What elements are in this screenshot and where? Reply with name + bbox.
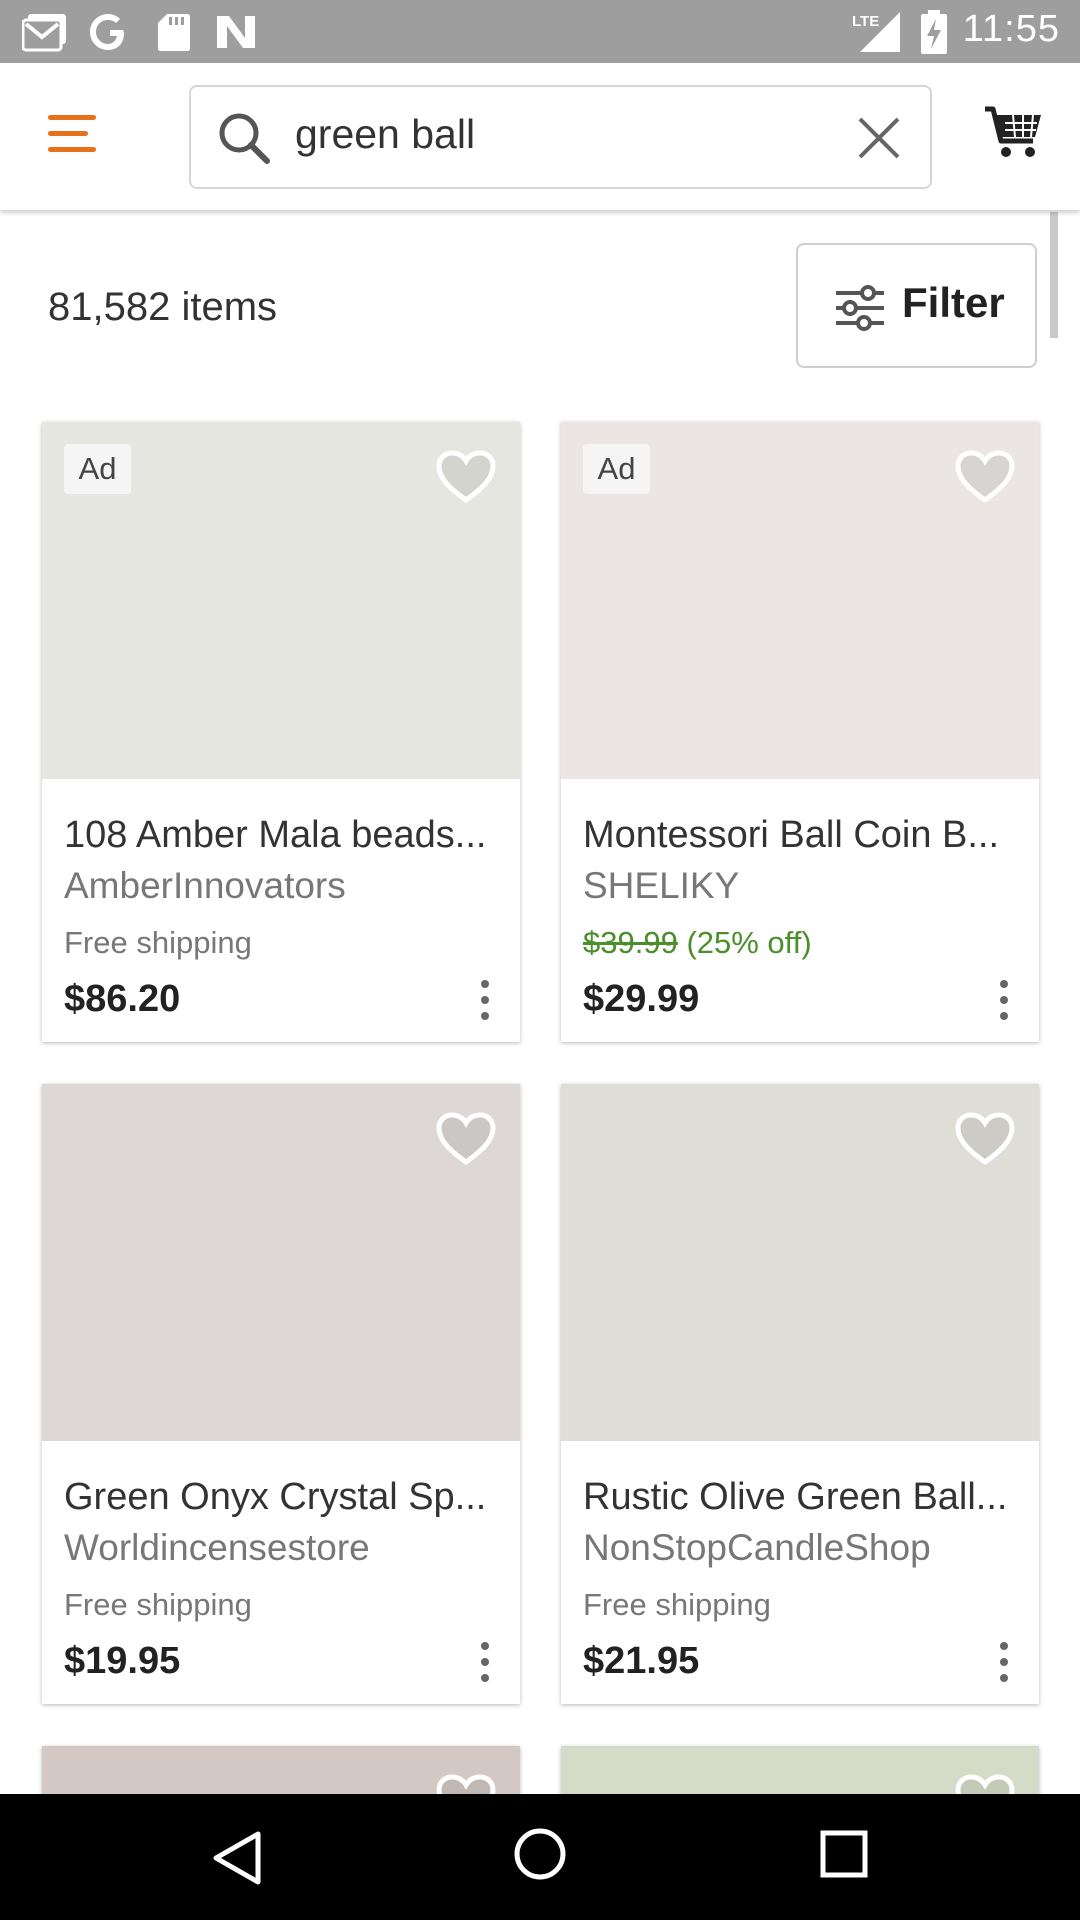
heart-icon[interactable] — [955, 450, 1015, 504]
search-query: green ball — [295, 111, 476, 157]
gmail-icon — [22, 14, 66, 52]
battery-charging-icon — [921, 10, 947, 54]
hamburger-menu-icon[interactable] — [40, 109, 100, 159]
free-shipping-label: Free shipping — [64, 925, 252, 960]
listing-card[interactable]: Rustic Olive Green Ball... NonStopCandle… — [561, 1084, 1039, 1704]
listing-title: Montessori Ball Coin B... — [583, 814, 1000, 856]
search-icon — [219, 113, 270, 164]
more-options-icon[interactable] — [989, 976, 1019, 1026]
listing-price: $19.95 — [64, 1640, 181, 1682]
lte-signal-icon: LTE — [852, 12, 900, 52]
home-icon[interactable] — [513, 1827, 567, 1881]
results-count: 81,582 items — [48, 285, 278, 329]
listing-card[interactable]: Green Onyx Crystal Sp... Worldincensesto… — [42, 1084, 520, 1704]
listing-shop: AmberInnovators — [64, 865, 346, 906]
free-shipping-label: Free shipping — [64, 1587, 252, 1622]
system-nav-bar — [0, 1794, 1080, 1920]
listing-shop: SHELIKY — [583, 865, 740, 906]
heart-icon[interactable] — [436, 450, 496, 504]
more-options-icon[interactable] — [470, 1638, 500, 1688]
discount-label: $39.99 (25% off) — [583, 925, 812, 961]
search-input[interactable]: green ball — [189, 85, 932, 189]
more-options-icon[interactable] — [989, 1638, 1019, 1688]
listing-price: $29.99 — [583, 978, 700, 1020]
scrollbar[interactable] — [1050, 212, 1058, 338]
heart-icon[interactable] — [436, 1112, 496, 1166]
sd-card-icon — [158, 14, 190, 51]
filter-label: Filter — [902, 279, 1005, 326]
listing-shop: Worldincensestore — [64, 1527, 370, 1568]
listing-price: $86.20 — [64, 978, 181, 1020]
status-bar: LTE 11:55 — [0, 0, 1080, 63]
status-time: 11:55 — [962, 8, 1060, 50]
ad-badge: Ad — [64, 444, 131, 494]
cart-icon[interactable] — [983, 103, 1043, 161]
clear-search-icon[interactable] — [854, 113, 904, 163]
discount-percent: (25% off) — [686, 925, 812, 960]
filter-button[interactable]: Filter — [796, 243, 1037, 368]
google-icon — [90, 14, 124, 50]
heart-icon[interactable] — [955, 1112, 1015, 1166]
original-price: $39.99 — [583, 925, 678, 960]
svg-text:LTE: LTE — [852, 13, 879, 30]
listing-card[interactable]: Ad 108 Amber Mala beads... AmberInnovato… — [42, 422, 520, 1042]
listing-price: $21.95 — [583, 1640, 700, 1682]
ad-badge: Ad — [583, 444, 650, 494]
listing-title: 108 Amber Mala beads... — [64, 814, 487, 856]
filter-sliders-icon — [836, 285, 884, 331]
n-icon — [217, 16, 255, 48]
listing-title: Green Onyx Crystal Sp... — [64, 1476, 487, 1518]
listing-shop: NonStopCandleShop — [583, 1527, 931, 1568]
back-icon[interactable] — [208, 1828, 268, 1888]
recents-icon[interactable] — [820, 1830, 868, 1878]
free-shipping-label: Free shipping — [583, 1587, 771, 1622]
listing-title: Rustic Olive Green Ball... — [583, 1476, 1008, 1518]
app-header: green ball — [0, 63, 1080, 210]
more-options-icon[interactable] — [470, 976, 500, 1026]
listing-card[interactable]: Ad Montessori Ball Coin B... SHELIKY $39… — [561, 422, 1039, 1042]
